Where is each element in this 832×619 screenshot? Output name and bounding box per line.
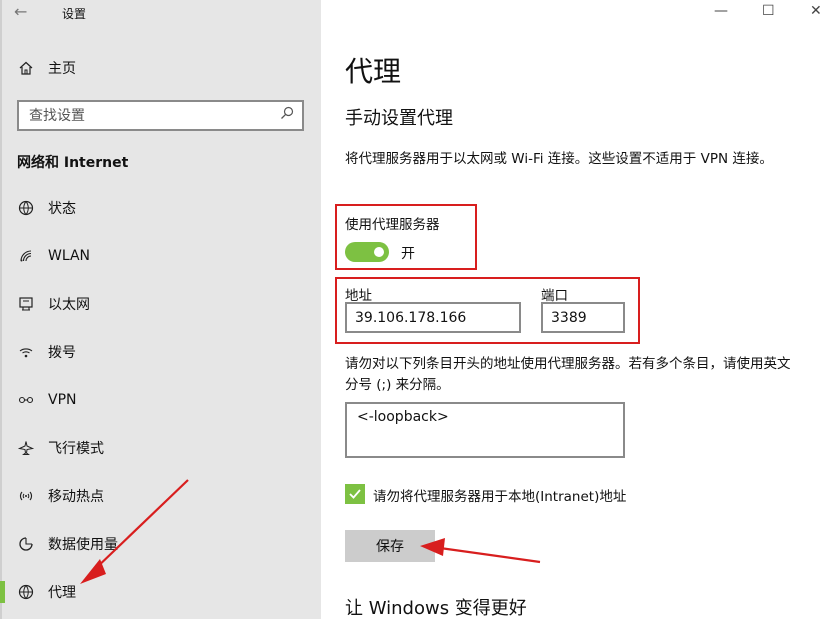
search-box[interactable]: [17, 100, 304, 131]
bypass-local-label: 请勿将代理服务器用于本地(Intranet)地址: [373, 489, 627, 505]
sidebar-item-label: 主页: [48, 61, 76, 77]
ethernet-icon: [16, 296, 36, 312]
home-icon: [16, 60, 36, 76]
section-title: 手动设置代理: [345, 108, 453, 129]
window-title: 设置: [62, 7, 87, 21]
sidebar-item-hotspot[interactable]: 移动热点: [0, 479, 321, 513]
hotspot-icon: [16, 488, 36, 504]
section-description: 将代理服务器用于以太网或 Wi-Fi 连接。这些设置不适用于 VPN 连接。: [345, 151, 773, 167]
exceptions-box[interactable]: <-loopback>: [345, 402, 625, 458]
search-icon[interactable]: [280, 106, 294, 124]
sidebar-item-vpn[interactable]: VPN: [0, 383, 321, 417]
sidebar-item-label: 拨号: [48, 345, 76, 361]
sidebar-item-dialup[interactable]: 拨号: [0, 335, 321, 369]
sidebar-item-label: 以太网: [48, 297, 90, 313]
maximize-icon[interactable]: ☐: [762, 3, 775, 19]
back-arrow-icon[interactable]: ←: [14, 2, 27, 21]
sidebar-item-ethernet[interactable]: 以太网: [0, 287, 321, 321]
sidebar-item-label: 数据使用量: [48, 537, 118, 553]
next-section-title: 让 Windows 变得更好: [345, 598, 527, 619]
close-icon[interactable]: ✕: [810, 3, 822, 19]
sidebar-item-label: 飞行模式: [48, 441, 104, 457]
section-title: 网络和 Internet: [17, 155, 129, 171]
save-button[interactable]: 保存: [345, 530, 435, 562]
sidebar-item-home[interactable]: 主页: [0, 51, 321, 85]
sidebar-item-label: 状态: [48, 201, 76, 217]
exceptions-input[interactable]: <-loopback>: [347, 404, 623, 456]
sidebar-item-label: 移动热点: [48, 489, 104, 505]
exceptions-description: 请勿对以下列条目开头的地址使用代理服务器。若有多个条目，请使用英文分号 (;) …: [345, 356, 791, 393]
active-indicator: [0, 581, 5, 603]
checkmark-icon: [349, 489, 361, 499]
globe-icon: [16, 584, 36, 600]
search-input[interactable]: [19, 102, 259, 129]
sidebar-item-label: 代理: [48, 585, 76, 601]
sidebar-item-wlan[interactable]: WLAN: [0, 239, 321, 273]
bypass-local-checkbox[interactable]: [345, 484, 365, 504]
wifi-icon: [16, 248, 36, 264]
sidebar: ← 设置 主页 网络和 Internet 状态 WLAN 以太网: [0, 0, 321, 619]
airplane-icon: [16, 440, 36, 456]
sidebar-item-airplane[interactable]: 飞行模式: [0, 431, 321, 465]
sidebar-item-label: WLAN: [48, 248, 91, 264]
sidebar-item-proxy[interactable]: 代理: [0, 575, 321, 609]
data-usage-icon: [16, 536, 36, 552]
vpn-icon: [16, 392, 36, 408]
annotation-box-address-port: [335, 277, 640, 344]
sidebar-item-data-usage[interactable]: 数据使用量: [0, 527, 321, 561]
page-title: 代理: [345, 55, 402, 88]
dialup-icon: [16, 344, 36, 360]
globe-status-icon: [16, 200, 36, 216]
annotation-box-toggle: [335, 204, 477, 270]
minimize-icon[interactable]: —: [714, 3, 728, 19]
sidebar-item-status[interactable]: 状态: [0, 191, 321, 225]
sidebar-item-label: VPN: [48, 392, 77, 408]
